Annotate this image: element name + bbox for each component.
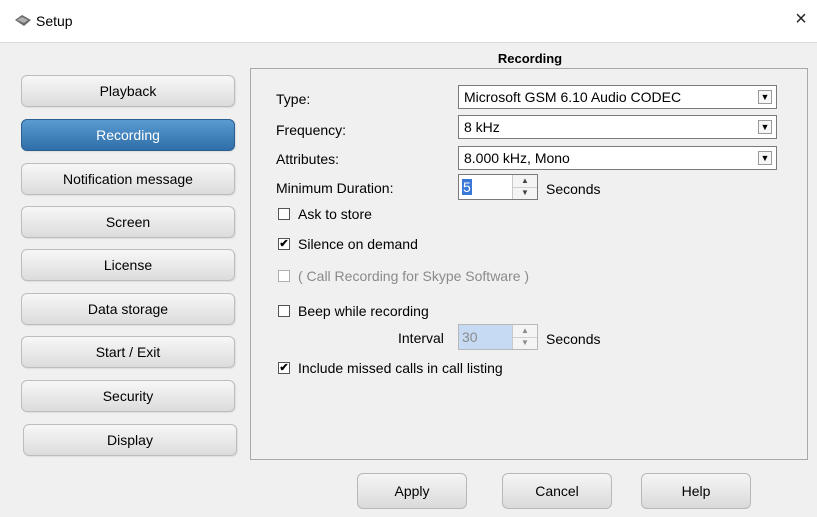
frequency-dropdown[interactable]: 8 kHz ▼	[458, 115, 777, 139]
setup-app-icon	[15, 15, 31, 26]
call-recording-skype-checkbox[interactable]	[278, 270, 290, 282]
call-recording-skype-label: ( Call Recording for Skype Software )	[298, 268, 530, 284]
interval-unit: Seconds	[546, 331, 601, 347]
ask-to-store-label: Ask to store	[298, 206, 372, 222]
include-missed-calls-label: Include missed calls in call listing	[298, 360, 503, 376]
silence-on-demand-label: Silence on demand	[298, 236, 418, 252]
minimum-duration-unit: Seconds	[546, 181, 601, 197]
sidebar-item-security[interactable]: Security	[21, 380, 235, 412]
spinner-buttons[interactable]: ▲ ▼	[512, 175, 537, 199]
section-title: Recording	[497, 51, 563, 66]
minimum-duration-label: Minimum Duration:	[276, 180, 394, 196]
type-value: Microsoft GSM 6.10 Audio CODEC	[464, 89, 682, 105]
close-icon[interactable]: ×	[790, 8, 812, 31]
sidebar-item-start-exit[interactable]: Start / Exit	[21, 336, 235, 368]
sidebar-item-data-storage[interactable]: Data storage	[21, 293, 235, 325]
attributes-dropdown[interactable]: 8.000 kHz, Mono ▼	[458, 146, 777, 170]
interval-label: Interval	[398, 330, 444, 346]
sidebar-item-license[interactable]: License	[21, 249, 235, 281]
sidebar-item-notification-message[interactable]: Notification message	[21, 163, 235, 195]
type-dropdown[interactable]: Microsoft GSM 6.10 Audio CODEC ▼	[458, 85, 777, 109]
attributes-label: Attributes:	[276, 151, 340, 167]
cancel-button[interactable]: Cancel	[502, 473, 612, 509]
interval-spinner[interactable]: 30 ▲ ▼	[458, 324, 538, 350]
frequency-label: Frequency:	[276, 122, 347, 138]
silence-on-demand-checkbox[interactable]: ✔	[278, 238, 290, 250]
spinner-buttons[interactable]: ▲ ▼	[512, 325, 537, 349]
sidebar-item-screen[interactable]: Screen	[21, 206, 235, 238]
title-bar: Setup ×	[0, 0, 817, 43]
beep-while-recording-label: Beep while recording	[298, 303, 429, 319]
dropdown-arrow-icon[interactable]: ▼	[758, 151, 772, 165]
frequency-value: 8 kHz	[464, 119, 500, 135]
sidebar-item-playback[interactable]: Playback	[21, 75, 235, 107]
sidebar-item-display[interactable]: Display	[23, 424, 237, 456]
help-button-label: Help	[681, 483, 711, 499]
cancel-button-label: Cancel	[535, 483, 579, 499]
help-button[interactable]: Help	[641, 473, 751, 509]
ask-to-store-checkbox[interactable]	[278, 208, 290, 220]
spin-down-icon[interactable]: ▼	[513, 337, 537, 349]
type-label: Type:	[276, 91, 311, 107]
window-title: Setup	[36, 13, 73, 29]
interval-value[interactable]: 30	[462, 329, 478, 345]
minimum-duration-spinner[interactable]: 5 ▲ ▼	[458, 174, 538, 200]
dropdown-arrow-icon[interactable]: ▼	[758, 90, 772, 104]
apply-button[interactable]: Apply	[357, 473, 467, 509]
include-missed-calls-checkbox[interactable]: ✔	[278, 362, 290, 374]
minimum-duration-value[interactable]: 5	[462, 179, 472, 195]
attributes-value: 8.000 kHz, Mono	[464, 150, 570, 166]
spin-down-icon[interactable]: ▼	[513, 187, 537, 199]
sidebar: Playback Recording Notification message …	[0, 43, 250, 463]
beep-while-recording-checkbox[interactable]	[278, 305, 290, 317]
dropdown-arrow-icon[interactable]: ▼	[758, 120, 772, 134]
apply-button-label: Apply	[394, 483, 430, 499]
sidebar-item-recording[interactable]: Recording	[21, 119, 235, 151]
